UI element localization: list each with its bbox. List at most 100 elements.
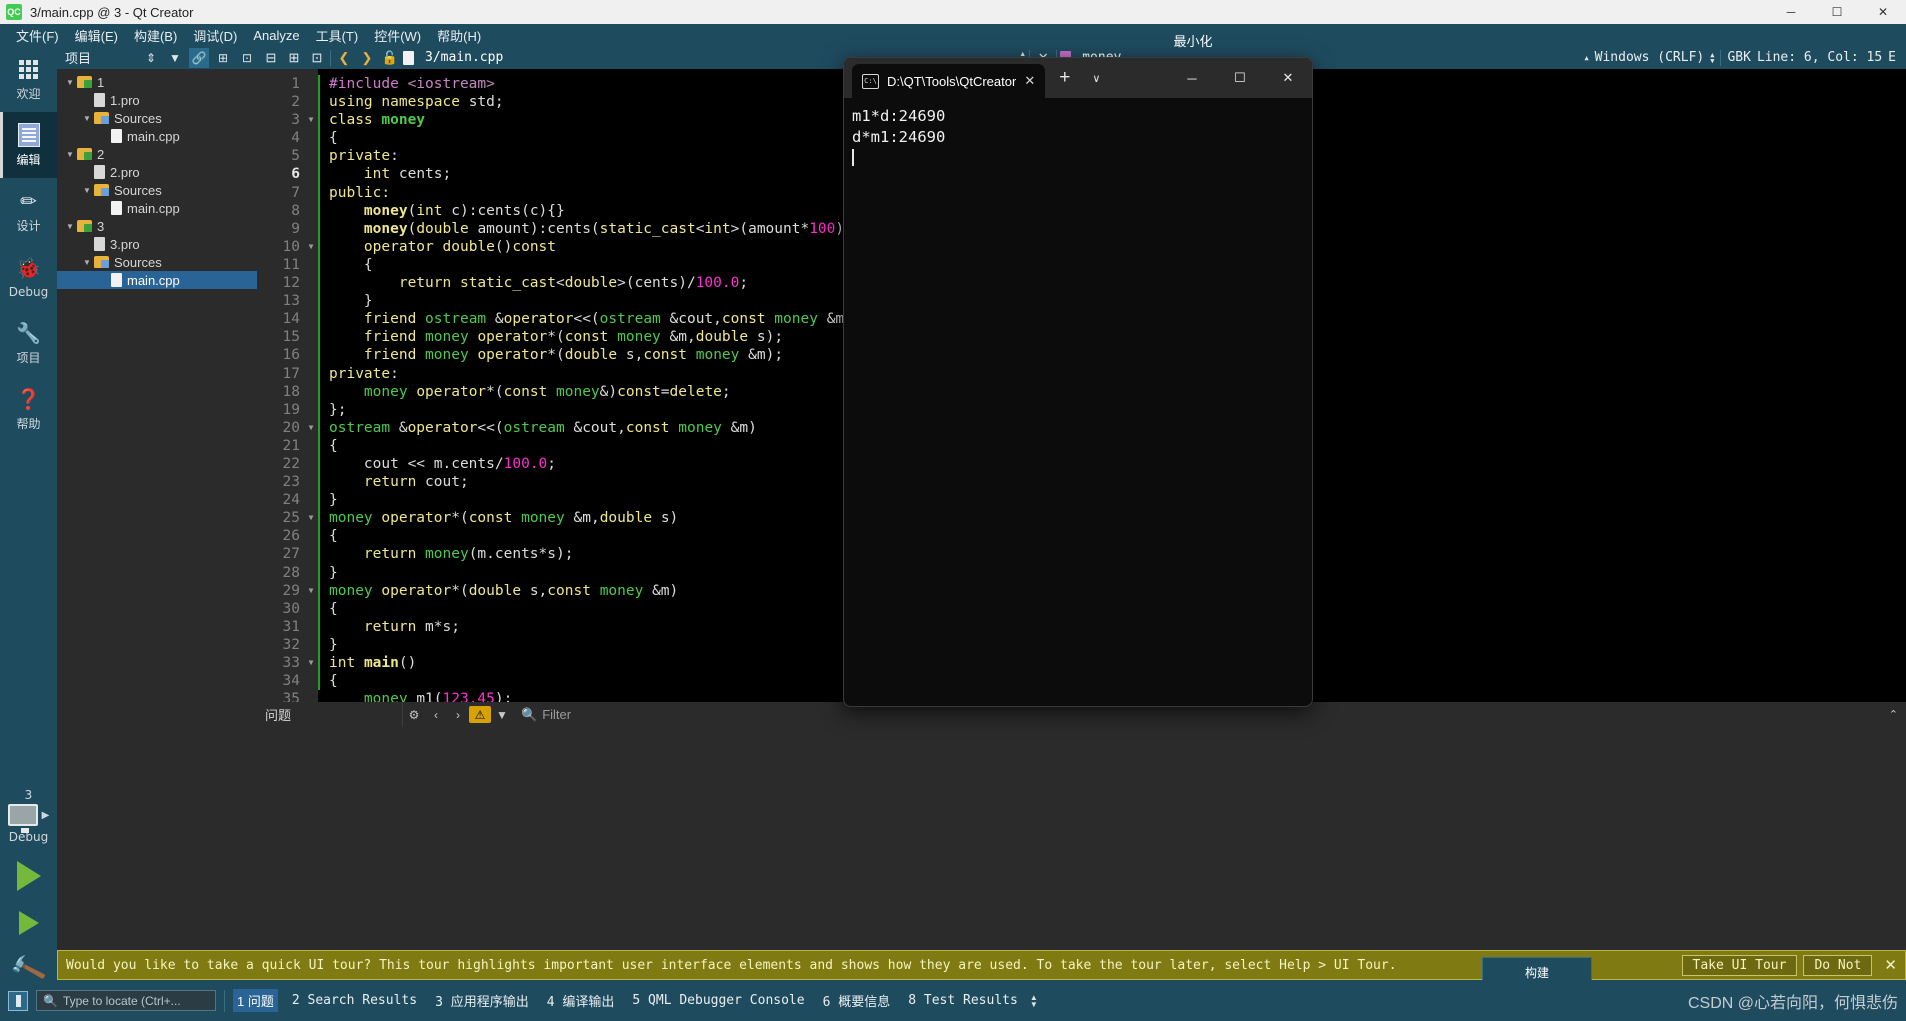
chevron-down-icon[interactable]: ▼ xyxy=(63,78,77,87)
mode-projects[interactable]: 🔧 项目 xyxy=(0,310,57,376)
menu-window[interactable]: 控件(W) xyxy=(366,24,429,47)
navigate-forward-icon[interactable]: ❯ xyxy=(357,48,377,67)
mode-edit[interactable]: 编辑 xyxy=(0,112,57,178)
statusbar-divider xyxy=(224,989,225,1012)
cursor-position[interactable]: Line: 6, Col: 15 xyxy=(1757,50,1882,65)
run-button[interactable] xyxy=(0,852,57,899)
output-pane-tab[interactable]: 8 Test Results xyxy=(904,991,1022,1010)
fold-toggle-icon[interactable]: ▼ xyxy=(304,419,318,437)
toggle-sidebar-button[interactable] xyxy=(8,990,28,1011)
tree-item[interactable]: ▼ 2 xyxy=(57,145,257,163)
banner-close-icon[interactable]: ✕ xyxy=(1884,956,1897,974)
navigate-back-icon[interactable]: ❮ xyxy=(334,48,354,67)
split-editor-icon[interactable]: ⊞ xyxy=(284,48,304,67)
editor-toolbar-right: ▲ Windows (CRLF) ▲ ▼ GBK Line: 6, Col: 15… xyxy=(1584,49,1902,66)
open-documents-combo[interactable]: 3/main.cpp xyxy=(403,50,503,65)
tree-item[interactable]: main.cpp xyxy=(57,127,257,145)
toolbar-overflow-icon[interactable]: E xyxy=(1888,50,1902,65)
menu-analyze[interactable]: Analyze xyxy=(245,26,307,45)
menu-help[interactable]: 帮助(H) xyxy=(429,24,489,47)
minimize-icon[interactable]: ─ xyxy=(1768,0,1814,24)
output-pane-spinner-icon[interactable]: ▲ ▼ xyxy=(1030,993,1038,1008)
issues-collapse-icon[interactable]: ⌃ xyxy=(1889,708,1906,721)
terminal-minimize-icon[interactable]: ─ xyxy=(1168,58,1216,98)
chevron-down-icon[interactable]: ▼ xyxy=(80,258,94,267)
menu-debug[interactable]: 调试(D) xyxy=(185,24,245,47)
line-ending-spinner-icon[interactable]: ▲ xyxy=(1584,54,1588,61)
line-number: 10 xyxy=(282,238,300,255)
menu-icon[interactable]: ⊡ xyxy=(237,48,257,68)
fold-toggle-icon[interactable]: ▼ xyxy=(304,238,318,256)
fold-toggle-icon[interactable]: ▼ xyxy=(304,111,318,129)
do-not-show-button[interactable]: Do Not xyxy=(1803,954,1873,976)
tree-item[interactable]: ▼ Sources xyxy=(57,253,257,271)
terminal-maximize-icon[interactable]: ☐ xyxy=(1216,58,1264,98)
chevron-down-icon[interactable]: ∨ xyxy=(1084,72,1108,85)
mode-debug[interactable]: 🐞 Debug xyxy=(0,244,57,310)
issues-tab-label[interactable]: 问题 xyxy=(257,705,402,724)
menu-build[interactable]: 构建(B) xyxy=(126,24,185,47)
line-ending-chevron-icon[interactable]: ▲ ▼ xyxy=(1710,51,1714,64)
tree-item[interactable]: main.cpp xyxy=(57,199,257,217)
output-pane-tab[interactable]: 4 编译输出 xyxy=(543,989,619,1012)
locator-input[interactable]: 🔍 Type to locate (Ctrl+... xyxy=(36,990,216,1011)
tree-item[interactable]: ▼ 3 xyxy=(57,217,257,235)
chevron-down-icon[interactable]: ▼ xyxy=(80,186,94,195)
output-pane-tab[interactable]: 6 概要信息 xyxy=(819,989,895,1012)
output-pane-tab[interactable]: 1 问题 xyxy=(233,989,278,1012)
tree-item[interactable]: 1.pro xyxy=(57,91,257,109)
fold-marker-column[interactable]: ▼ ▼ ▼ ▼ ▼ ▼ xyxy=(304,69,318,702)
collapse-all-icon[interactable]: ⊟ xyxy=(261,48,281,67)
terminal-output[interactable]: m1*d:24690 d*m1:24690 xyxy=(844,98,1312,169)
fold-toggle-icon[interactable]: ▼ xyxy=(304,654,318,672)
mode-edit-label: 编辑 xyxy=(16,153,41,167)
line-ending-selector[interactable]: Windows (CRLF) xyxy=(1595,50,1705,65)
tree-item[interactable]: 3.pro xyxy=(57,235,257,253)
issues-filter-box[interactable]: 🔍 Filter xyxy=(513,707,571,723)
issues-prev-icon[interactable]: ‹ xyxy=(425,708,447,722)
tree-item[interactable]: main.cpp xyxy=(57,271,257,289)
tree-item[interactable]: 2.pro xyxy=(57,163,257,181)
issues-next-icon[interactable]: › xyxy=(447,708,469,722)
output-pane-tab[interactable]: 5 QML Debugger Console xyxy=(628,991,808,1010)
tree-item[interactable]: ▼ 1 xyxy=(57,73,257,91)
fold-toggle-icon[interactable]: ▼ xyxy=(304,509,318,527)
tree-item[interactable]: ▼ Sources xyxy=(57,181,257,199)
issues-settings-icon[interactable]: ⚙ xyxy=(403,708,425,722)
chevron-down-icon[interactable]: ▼ xyxy=(63,150,77,159)
mode-design[interactable]: ✏ 设计 xyxy=(0,178,57,244)
chevron-down-icon[interactable]: ▼ xyxy=(63,222,77,231)
menu-file[interactable]: 文件(F) xyxy=(8,24,67,47)
output-pane-tab[interactable]: 3 应用程序输出 xyxy=(431,989,533,1012)
filter-icon[interactable]: ▼ xyxy=(165,48,185,68)
link-icon[interactable]: 🔗 xyxy=(189,47,209,68)
lock-icon[interactable]: 🔓 xyxy=(380,48,400,67)
terminal-close-icon[interactable]: ✕ xyxy=(1264,58,1312,98)
tree-item[interactable]: ▼ Sources xyxy=(57,109,257,127)
menu-tools[interactable]: 工具(T) xyxy=(308,24,367,47)
warning-icon[interactable]: ⚠ xyxy=(469,706,491,723)
mode-help[interactable]: ❓ 帮助 xyxy=(0,376,57,442)
issues-filter-icon[interactable]: ▼ xyxy=(491,708,513,722)
close-split-icon[interactable]: ⊡ xyxy=(307,48,327,67)
terminal-new-tab-icon[interactable]: + xyxy=(1045,67,1084,89)
terminal-window[interactable]: C:\ D:\QT\Tools\QtCreator ✕ + ∨ ─ ☐ ✕ m1… xyxy=(843,57,1313,707)
terminal-tab[interactable]: C:\ D:\QT\Tools\QtCreator ✕ xyxy=(852,64,1046,98)
sync-icon[interactable]: ⇕ xyxy=(141,48,161,68)
menu-edit[interactable]: 编辑(E) xyxy=(67,24,126,47)
close-icon[interactable]: ✕ xyxy=(1860,0,1906,24)
take-ui-tour-button[interactable]: Take UI Tour xyxy=(1681,954,1798,976)
debug-button[interactable] xyxy=(0,899,57,946)
kit-selector[interactable]: ▶ xyxy=(7,804,49,833)
chevron-down-icon[interactable]: ▼ xyxy=(80,114,94,123)
mode-welcome[interactable]: 欢迎 xyxy=(0,46,57,112)
text-cursor-icon xyxy=(852,149,854,166)
maximize-icon[interactable]: ☐ xyxy=(1814,0,1860,24)
fold-toggle-icon[interactable]: ▼ xyxy=(304,582,318,600)
terminal-tab-close-icon[interactable]: ✕ xyxy=(1024,73,1035,89)
output-pane-tab[interactable]: 2 Search Results xyxy=(288,991,421,1010)
split-icon[interactable]: ⊞ xyxy=(213,48,233,68)
encoding-selector[interactable]: GBK xyxy=(1727,50,1750,65)
